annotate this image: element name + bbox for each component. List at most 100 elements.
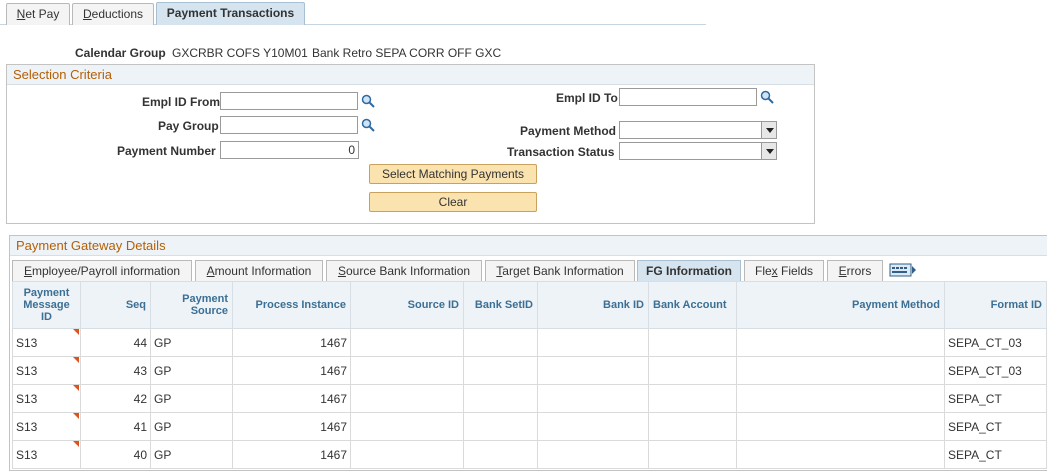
cell-payment-source-text: GP <box>154 363 172 378</box>
cell-bank-account <box>648 384 737 413</box>
cell-format-id: SEPA_CT_03 <box>944 328 1047 357</box>
tab-accel: S <box>337 264 346 278</box>
col-payment-method[interactable]: Payment Method <box>736 281 945 329</box>
cell-source-id <box>350 384 464 413</box>
cell-payment-message-id-text: S13 <box>16 391 38 406</box>
col-format-id[interactable]: Format ID <box>944 281 1047 329</box>
payment-gateway-title: Payment Gateway Details <box>10 236 1047 256</box>
cell-payment-source-text: GP <box>154 447 172 462</box>
cell-payment-message-id: S13 <box>12 412 81 441</box>
cell-payment-message-id: S13 <box>12 440 81 469</box>
table-row: S13 41 GP 1467 SEPA_CT <box>12 412 1047 441</box>
table-row: S13 42 GP 1467 SEPA_CT <box>12 384 1047 413</box>
tab-errors[interactable]: Errors <box>827 260 883 281</box>
cell-bank-id <box>537 440 649 469</box>
payment-number-input[interactable] <box>220 141 359 159</box>
cell-source-id <box>350 356 464 385</box>
cell-seq: 43 <box>80 356 151 385</box>
cell-process-instance-text: 1467 <box>320 447 347 462</box>
col-source-id[interactable]: Source ID <box>350 281 464 329</box>
tab-label-rest: rrors <box>846 264 872 278</box>
cell-format-id: SEPA_CT <box>944 412 1047 441</box>
cell-bank-account <box>648 412 737 441</box>
tab-employee-payroll[interactable]: Employee/Payroll information <box>12 260 192 281</box>
tab-flex-fields[interactable]: Flex Fields <box>744 260 824 281</box>
cell-bank-id <box>537 384 649 413</box>
cell-payment-message-id: S13 <box>12 384 81 413</box>
cell-payment-method <box>736 328 945 357</box>
select-matching-payments-button[interactable]: Select Matching Payments <box>369 164 537 184</box>
col-payment-source[interactable]: Payment Source <box>150 281 233 329</box>
cell-bank-id <box>537 412 649 441</box>
cell-payment-message-id-text: S13 <box>16 447 38 462</box>
tab-amount-information[interactable]: Amount Information <box>195 260 323 281</box>
tab-source-bank-information[interactable]: Source Bank Information <box>326 260 482 281</box>
cell-bank-setid <box>463 412 538 441</box>
col-process-instance[interactable]: Process Instance <box>232 281 351 329</box>
row-flag-icon <box>73 413 79 419</box>
row-flag-icon <box>73 385 79 391</box>
tab-label: FG Information <box>646 264 732 278</box>
col-bank-id[interactable]: Bank ID <box>537 281 649 329</box>
cell-source-id <box>350 412 464 441</box>
pay-group-label: Pay Group <box>158 119 219 133</box>
cell-payment-message-id-text: S13 <box>16 419 38 434</box>
cell-process-instance-text: 1467 <box>320 335 347 350</box>
tab-accel: E <box>23 264 32 278</box>
table-row: S13 43 GP 1467 SEPA_CT_03 <box>12 356 1047 385</box>
calendar-group-code: GXCRBR COFS Y10M01 <box>172 46 308 60</box>
cell-seq: 44 <box>80 328 151 357</box>
tab-target-bank-information[interactable]: Target Bank Information <box>485 260 635 281</box>
pay-group-input[interactable] <box>220 116 358 134</box>
payment-method-select[interactable] <box>619 121 777 139</box>
cell-format-id: SEPA_CT <box>944 440 1047 469</box>
tab-net-pay[interactable]: Net Pay <box>6 3 70 25</box>
tab-label-rest: eductions <box>91 7 144 21</box>
col-bank-account[interactable]: Bank Account <box>648 281 737 329</box>
fg-information-grid: Payment Message ID Seq Payment Source Pr… <box>12 281 1047 469</box>
cell-process-instance-text: 1467 <box>320 419 347 434</box>
col-payment-message-id[interactable]: Payment Message ID <box>12 281 81 329</box>
col-seq[interactable]: Seq <box>80 281 151 329</box>
cell-seq-text: 41 <box>133 419 147 434</box>
clear-button[interactable]: Clear <box>369 192 537 212</box>
cell-format-id: SEPA_CT_03 <box>944 356 1047 385</box>
row-flag-icon <box>73 357 79 363</box>
show-all-columns-icon[interactable] <box>889 262 917 278</box>
tab-payment-transactions[interactable]: Payment Transactions <box>156 2 305 25</box>
cell-process-instance: 1467 <box>232 384 351 413</box>
cell-payment-source: GP <box>150 384 233 413</box>
cell-process-instance: 1467 <box>232 328 351 357</box>
dropdown-arrow-icon <box>761 143 776 159</box>
tab-label-pre: Fle <box>754 264 772 278</box>
empl-id-to-label: Empl ID To <box>556 91 618 105</box>
lookup-pay-group-icon[interactable] <box>361 118 375 132</box>
tab-accel: D <box>82 7 92 21</box>
cell-payment-message-id-text: S13 <box>16 363 38 378</box>
cell-payment-source: GP <box>150 356 233 385</box>
col-bank-setid[interactable]: Bank SetID <box>463 281 538 329</box>
cell-bank-setid <box>463 440 538 469</box>
cell-payment-message-id-text: S13 <box>16 335 38 350</box>
tab-fg-information[interactable]: FG Information <box>637 260 741 281</box>
tab-label-rest: et Pay <box>25 7 60 21</box>
cell-seq: 42 <box>80 384 151 413</box>
cell-format-id-text: SEPA_CT_03 <box>948 335 1022 350</box>
cell-bank-id <box>537 328 649 357</box>
cell-payment-source: GP <box>150 412 233 441</box>
tab-deductions[interactable]: Deductions <box>72 3 154 25</box>
tab-accel: E <box>838 264 847 278</box>
transaction-status-select[interactable] <box>619 142 777 160</box>
cell-process-instance-text: 1467 <box>320 363 347 378</box>
lookup-empl-to-icon[interactable] <box>760 90 774 104</box>
empl-id-to-input[interactable] <box>619 88 757 106</box>
cell-bank-account <box>648 328 737 357</box>
cell-bank-setid <box>463 384 538 413</box>
lookup-empl-from-icon[interactable] <box>361 94 375 108</box>
cell-payment-method <box>736 384 945 413</box>
tab-label-rest: mployee/Payroll information <box>31 264 181 278</box>
tab-label-rest: mount Information <box>214 264 312 278</box>
empl-id-from-input[interactable] <box>220 92 358 110</box>
cell-bank-setid <box>463 328 538 357</box>
tab-label-rest: ource Bank Information <box>345 264 471 278</box>
